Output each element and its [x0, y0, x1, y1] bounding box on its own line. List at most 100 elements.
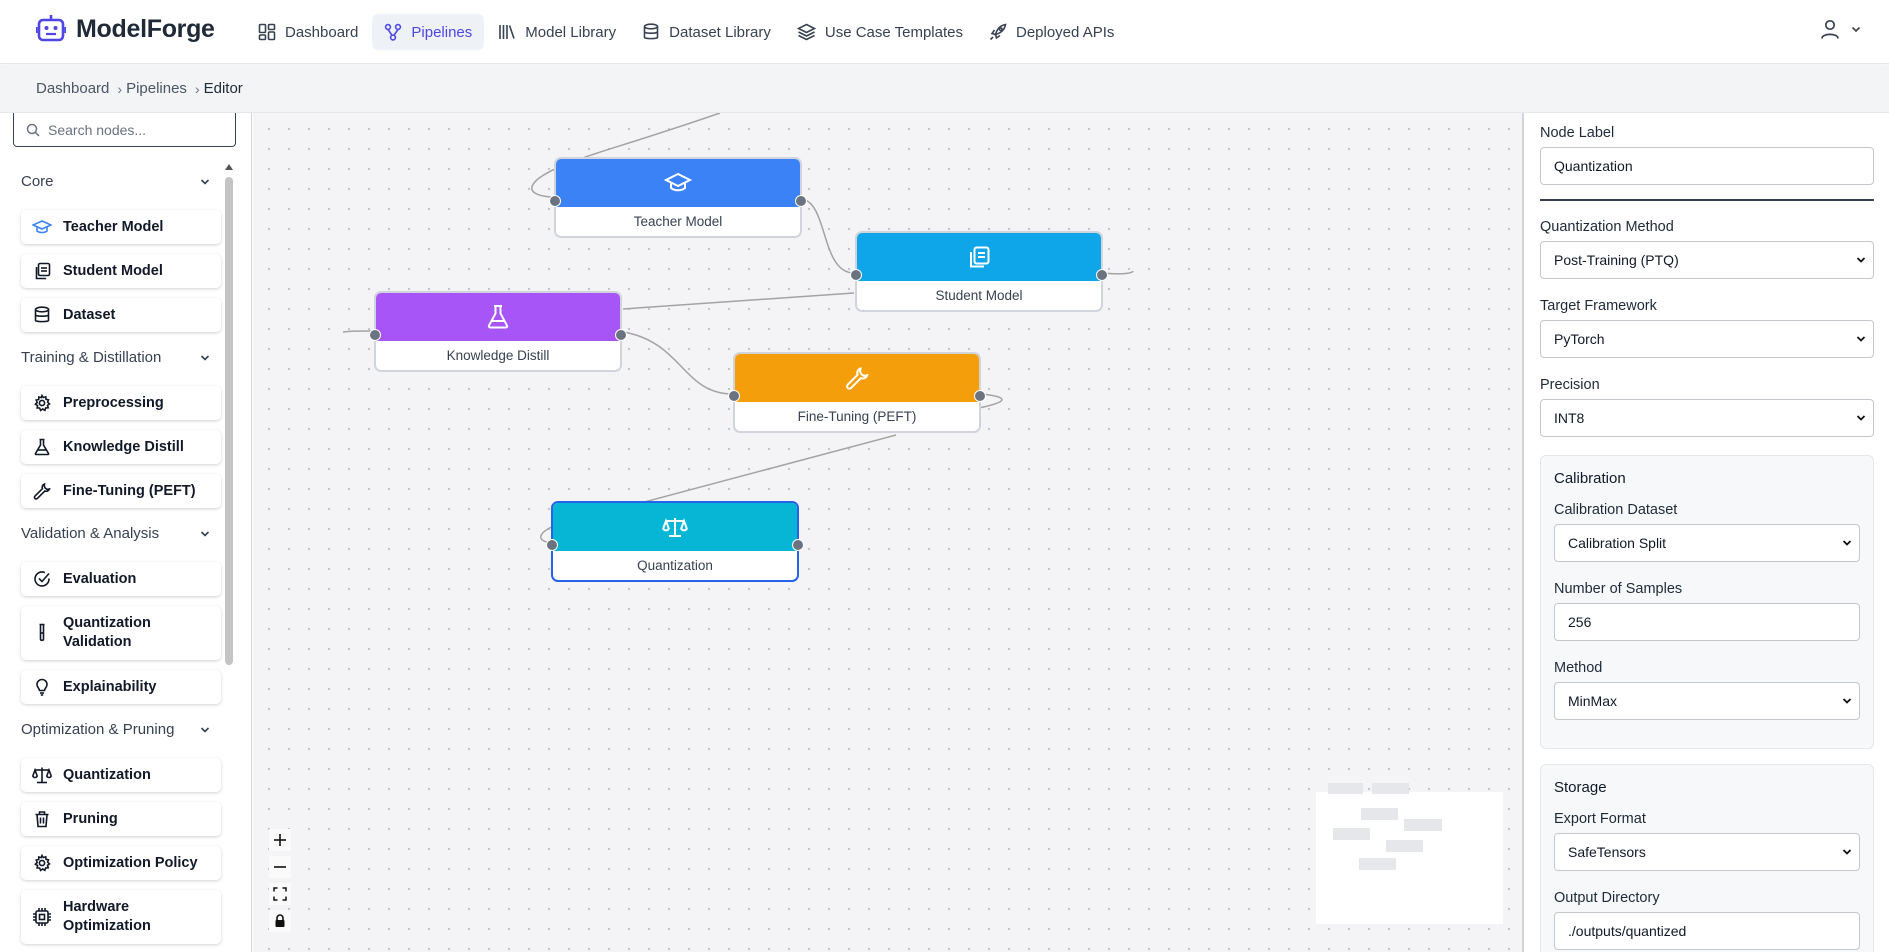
- precision-select[interactable]: INT8: [1540, 399, 1874, 437]
- node-student-model[interactable]: Student Model: [850, 231, 1108, 312]
- palette-item-optimization-policy[interactable]: Optimization Policy: [21, 846, 221, 880]
- breadcrumb-pipelines[interactable]: Pipelines: [126, 80, 187, 97]
- dashboard-grid-icon: [258, 23, 276, 41]
- palette-item-quantization[interactable]: Quantization: [21, 758, 221, 792]
- copy-icon: [970, 246, 990, 268]
- nav-dataset-library[interactable]: Dataset Library: [630, 14, 783, 50]
- node-palette: Core Teacher Model Student Model Dataset…: [0, 113, 252, 952]
- calibration-method-select[interactable]: MinMax: [1554, 682, 1860, 720]
- zoom-in-button[interactable]: [269, 829, 291, 851]
- input-handle[interactable]: [546, 539, 558, 551]
- output-directory-input[interactable]: ./outputs/quantized: [1554, 912, 1860, 950]
- chevron-down-icon: [1856, 257, 1866, 263]
- flask-icon: [31, 438, 53, 456]
- user-menu[interactable]: [1819, 18, 1863, 40]
- nav-model-library[interactable]: Model Library: [486, 14, 628, 50]
- palette-item-evaluation[interactable]: Evaluation: [21, 562, 221, 596]
- wrench-icon: [31, 482, 53, 500]
- node-label: Student Model: [935, 288, 1023, 303]
- palette-item-pruning[interactable]: Pruning: [21, 802, 221, 836]
- main-nav: Dashboard Pipelines Model Library Datase…: [246, 14, 1128, 50]
- export-format-label: Export Format: [1554, 811, 1646, 827]
- palette-item-student-model[interactable]: Student Model: [21, 254, 221, 288]
- palette-item-teacher-model[interactable]: Teacher Model: [21, 210, 221, 244]
- app-logo[interactable]: ModelForge: [36, 14, 215, 44]
- fit-view-icon: [273, 887, 287, 901]
- edge-distill-finetune: [623, 331, 734, 395]
- category-training-distillation[interactable]: Training & Distillation: [21, 349, 211, 366]
- minimap-node: [1359, 858, 1396, 870]
- nav-dashboard-label: Dashboard: [285, 23, 359, 41]
- scale-icon: [31, 766, 53, 784]
- target-framework-value: PyTorch: [1554, 331, 1605, 347]
- scroll-up-arrow-icon: [225, 164, 233, 170]
- input-handle[interactable]: [728, 390, 740, 402]
- nav-deployed-apis[interactable]: Deployed APIs: [977, 14, 1126, 50]
- input-handle[interactable]: [369, 329, 381, 341]
- breadcrumb: Dashboard › Pipelines › Editor: [0, 65, 1889, 113]
- nav-deployed-apis-label: Deployed APIs: [1015, 23, 1115, 41]
- palette-item-explainability[interactable]: Explainability: [21, 670, 221, 704]
- node-search[interactable]: [13, 113, 236, 147]
- palette-item-label: Evaluation: [63, 571, 137, 587]
- node-header: [735, 354, 979, 402]
- palette-item-label: Dataset: [63, 307, 116, 323]
- quantization-method-select[interactable]: Post-Training (PTQ): [1540, 241, 1874, 279]
- node-knowledge-distill[interactable]: Knowledge Distill: [369, 291, 627, 372]
- nav-pipelines[interactable]: Pipelines: [372, 14, 485, 50]
- node-fine-tuning[interactable]: Fine-Tuning (PEFT): [728, 352, 986, 433]
- category-validation-analysis[interactable]: Validation & Analysis: [21, 525, 211, 542]
- output-handle[interactable]: [1096, 269, 1108, 281]
- target-framework-select[interactable]: PyTorch: [1540, 320, 1874, 358]
- fit-view-button[interactable]: [269, 883, 291, 905]
- minimap-node: [1372, 783, 1409, 794]
- output-handle[interactable]: [974, 390, 986, 402]
- output-handle[interactable]: [795, 195, 807, 207]
- properties-panel: Node Label Quantization Quantization Met…: [1522, 113, 1889, 952]
- chevron-down-icon: [200, 530, 210, 537]
- export-format-select[interactable]: SafeTensors: [1554, 833, 1860, 871]
- palette-scrollbar[interactable]: [224, 163, 233, 948]
- node-label-input[interactable]: Quantization: [1540, 147, 1874, 185]
- palette-item-fine-tuning[interactable]: Fine-Tuning (PEFT): [21, 474, 221, 508]
- category-optimization-pruning[interactable]: Optimization & Pruning: [21, 721, 211, 738]
- category-core[interactable]: Core: [21, 173, 211, 190]
- nav-use-case-templates[interactable]: Use Case Templates: [785, 14, 975, 50]
- breadcrumb-dashboard[interactable]: Dashboard: [36, 80, 109, 97]
- calibration-group: Calibration Calibration Dataset Calibrat…: [1540, 455, 1874, 749]
- chevron-down-icon: [1842, 540, 1852, 546]
- palette-item-label: Teacher Model: [63, 219, 164, 235]
- node-header: [857, 233, 1101, 281]
- node-label: Fine-Tuning (PEFT): [797, 409, 917, 424]
- palette-item-quantization-validation[interactable]: Quantization Validation: [21, 606, 221, 660]
- rocket-icon: [989, 23, 1007, 41]
- lock-button[interactable]: [269, 910, 291, 932]
- minimap[interactable]: [1316, 783, 1503, 924]
- node-quantization[interactable]: Quantization: [546, 501, 804, 582]
- edge-distill-student: [622, 292, 855, 310]
- input-handle[interactable]: [549, 195, 561, 207]
- output-handle[interactable]: [615, 329, 627, 341]
- library-icon: [499, 25, 516, 39]
- calibration-title: Calibration: [1554, 470, 1626, 487]
- scrollbar-thumb[interactable]: [225, 177, 233, 665]
- nav-dashboard[interactable]: Dashboard: [246, 14, 370, 50]
- palette-item-hardware-optimization[interactable]: Hardware Optimization: [21, 890, 221, 944]
- chevron-right-icon: ›: [117, 80, 123, 97]
- zoom-out-button[interactable]: [269, 856, 291, 878]
- pipeline-canvas[interactable]: Teacher Model Student Model Knowledge Di…: [253, 113, 1522, 952]
- output-handle[interactable]: [792, 539, 804, 551]
- calibration-dataset-select[interactable]: Calibration Split: [1554, 524, 1860, 562]
- palette-item-knowledge-distill[interactable]: Knowledge Distill: [21, 430, 221, 464]
- node-teacher-model[interactable]: Teacher Model: [549, 157, 807, 238]
- number-of-samples-input[interactable]: 256: [1554, 603, 1860, 641]
- calibration-method-label: Method: [1554, 660, 1603, 676]
- database-icon: [643, 23, 659, 40]
- search-icon: [26, 123, 40, 137]
- chevron-down-icon: [200, 354, 210, 361]
- chevron-down-icon: [1842, 849, 1852, 855]
- input-handle[interactable]: [850, 269, 862, 281]
- palette-item-dataset[interactable]: Dataset: [21, 298, 221, 332]
- palette-item-preprocessing[interactable]: Preprocessing: [21, 386, 221, 420]
- search-input[interactable]: [48, 121, 218, 138]
